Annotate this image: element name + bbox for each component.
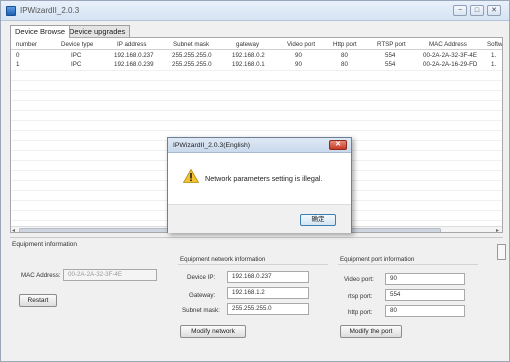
port-section-title: Equipment port information [340, 256, 415, 263]
warning-icon [183, 169, 199, 183]
video-port-label: Video port: [344, 276, 374, 283]
cell-gateway: 192.168.0.2 [232, 52, 265, 59]
tab-device-browse[interactable]: Device Browse [10, 25, 71, 38]
mac-label: MAC Address: [21, 272, 61, 279]
column-header[interactable]: RTSP port [377, 41, 406, 48]
cell-http-port: 80 [341, 52, 348, 59]
cell-subnet-mask: 255.255.255.0 [172, 61, 212, 68]
rtsp-port-field[interactable]: 554 [385, 289, 465, 301]
cell-mac-address: 00-2A-2A-16-29-FD [423, 61, 478, 68]
gateway-field[interactable]: 192.168.1.2 [227, 287, 309, 299]
cell-subnet-mask: 255.255.255.0 [172, 52, 212, 59]
cell-gateway: 192.168.0.1 [232, 61, 265, 68]
modify-port-button[interactable]: Modify the port [340, 325, 402, 338]
cell-software: 1. [491, 61, 497, 68]
cell-ip-address: 192.168.0.237 [114, 52, 154, 59]
window-title: IPWizardII_2.0.3 [20, 6, 80, 15]
cell-device-type: IPC [71, 61, 82, 68]
column-header[interactable]: number [16, 41, 37, 48]
maximize-button[interactable]: □ [470, 5, 484, 16]
mac-field: 00-2A-2A-32-3F-4E [63, 269, 157, 281]
column-header[interactable]: Http port [333, 41, 357, 48]
cell-number: 0 [16, 52, 20, 59]
error-dialog: IPWizardII_2.0.3(English) ✕ Network para… [167, 137, 352, 233]
scroll-left-icon[interactable]: ◂ [12, 227, 15, 232]
dialog-title-bar[interactable]: IPWizardII_2.0.3(English) ✕ [168, 138, 351, 153]
cell-number: 1 [16, 61, 20, 68]
cell-video-port: 90 [295, 52, 302, 59]
grid-line [11, 70, 502, 71]
table-row[interactable]: 1 IPC 192.168.0.239 255.255.255.0 192.16… [11, 60, 502, 70]
column-header[interactable]: MAC Address [429, 41, 467, 48]
app-icon [6, 6, 16, 16]
cell-ip-address: 192.168.0.239 [114, 61, 154, 68]
gateway-label: Gateway: [189, 292, 216, 299]
dialog-ok-button[interactable]: 确定 [300, 214, 336, 226]
grid-line [11, 120, 502, 121]
cell-http-port: 80 [341, 61, 348, 68]
main-window: IPWizardII_2.0.3 − □ ✕ Device Browse Dev… [0, 0, 510, 362]
column-header[interactable]: gateway [236, 41, 259, 48]
rtsp-port-label: rtsp port: [348, 293, 373, 300]
dialog-footer: 确定 [168, 204, 351, 233]
column-header[interactable]: Subnet mask [173, 41, 209, 48]
column-header[interactable]: Video port [287, 41, 315, 48]
cell-rtsp-port: 554 [385, 61, 396, 68]
cell-video-port: 90 [295, 61, 302, 68]
column-header[interactable]: Softw [487, 41, 502, 48]
grid-line [11, 90, 502, 91]
scroll-right-icon[interactable]: ▸ [496, 227, 499, 232]
video-port-field[interactable]: 90 [385, 273, 465, 285]
close-button[interactable]: ✕ [487, 5, 501, 16]
port-group-rule [338, 264, 478, 265]
restart-button[interactable]: Restart [19, 294, 57, 307]
cell-rtsp-port: 554 [385, 52, 396, 59]
dialog-title: IPWizardII_2.0.3(English) [173, 142, 251, 149]
http-port-field[interactable]: 80 [385, 305, 465, 317]
column-header[interactable]: IP address [117, 41, 146, 48]
column-header[interactable]: Device type [61, 41, 93, 48]
subnet-mask-label: Subnet mask: [182, 307, 220, 314]
table-header: number Device type IP address Subnet mas… [11, 38, 502, 50]
network-group-rule [178, 264, 328, 265]
grid-line [11, 80, 502, 81]
device-ip-field[interactable]: 192.168.0.237 [227, 271, 309, 283]
dialog-close-button[interactable]: ✕ [329, 140, 347, 150]
dialog-message: Network parameters setting is illegal. [205, 174, 323, 183]
equipment-section-title: Equipment information [12, 241, 78, 248]
dialog-body: Network parameters setting is illegal. [168, 154, 351, 204]
subnet-mask-field[interactable]: 255.255.255.0 [227, 303, 309, 315]
grid-line [11, 100, 502, 101]
minimize-button[interactable]: − [453, 5, 467, 16]
device-ip-label: Device IP: [187, 274, 216, 281]
cell-mac-address: 00-2A-2A-32-3F-4E [423, 52, 477, 59]
grid-line [11, 130, 502, 131]
grid-line [11, 110, 502, 111]
modify-network-button[interactable]: Modify network [180, 325, 246, 338]
cell-device-type: IPC [71, 52, 82, 59]
cell-software: 1. [491, 52, 497, 59]
side-panel-toggle[interactable] [497, 244, 506, 260]
tab-device-upgrades[interactable]: Device upgrades [64, 25, 131, 37]
section-divider [10, 237, 503, 238]
title-bar[interactable]: IPWizardII_2.0.3 − □ ✕ [1, 1, 509, 21]
network-section-title: Equipment network information [180, 256, 266, 263]
http-port-label: http port: [348, 309, 373, 316]
